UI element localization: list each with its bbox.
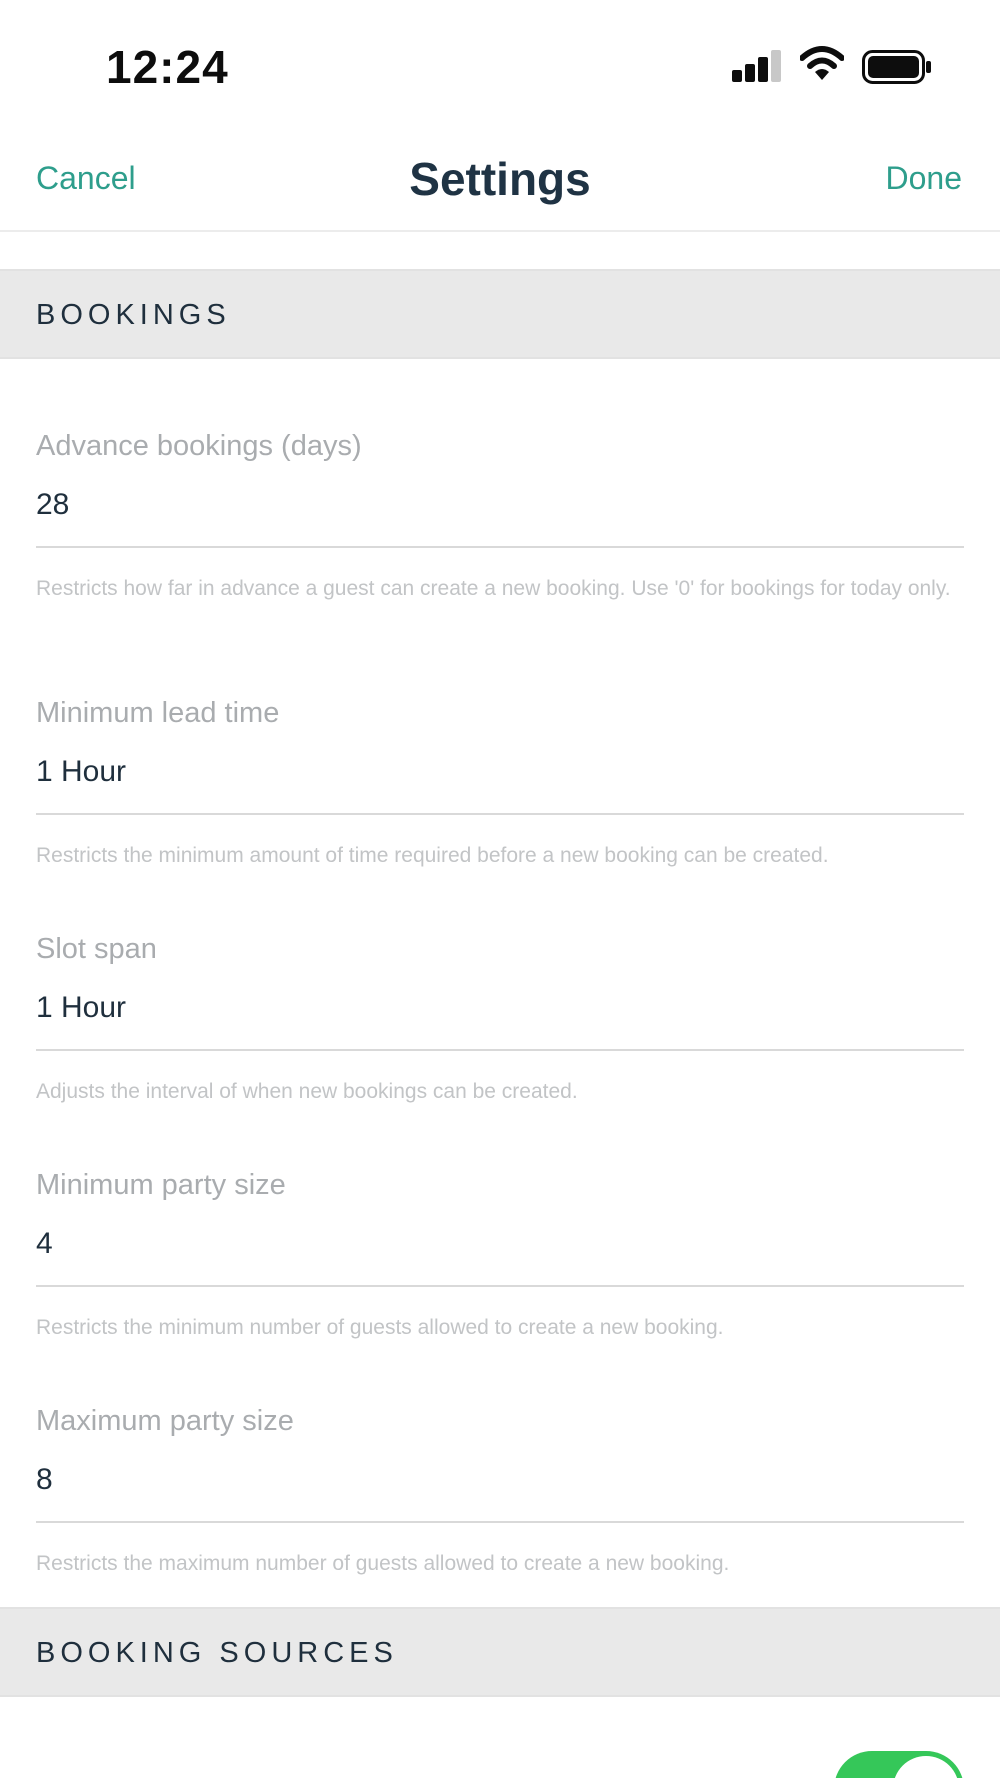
- field-help-text: Restricts how far in advance a guest can…: [36, 577, 951, 600]
- page-title: Settings: [409, 153, 591, 205]
- field-divider: [36, 1285, 964, 1287]
- booking-source-row: [0, 1700, 1000, 1778]
- status-bar: 12:24: [0, 0, 1000, 132]
- slot-span-field: Slot span 1 Hour Adjusts the interval of…: [36, 933, 964, 1107]
- field-help-text: Restricts the minimum number of guests a…: [36, 1316, 724, 1339]
- minimum-party-size-field: Minimum party size 4 Restricts the minim…: [36, 1169, 964, 1343]
- minimum-lead-time-select[interactable]: 1 Hour: [36, 755, 964, 799]
- maximum-party-size-field: Maximum party size 8 Restricts the maxim…: [36, 1405, 964, 1579]
- status-time: 12:24: [106, 41, 229, 93]
- field-divider: [36, 1049, 964, 1051]
- section-header-booking-sources: BOOKING SOURCES: [0, 1607, 1000, 1697]
- advance-bookings-field: Advance bookings (days) 28 Restricts how…: [36, 430, 964, 604]
- section-header-bookings: BOOKINGS: [0, 269, 1000, 359]
- minimum-party-size-input[interactable]: 4: [36, 1227, 964, 1271]
- section-title: BOOKINGS: [36, 299, 231, 331]
- maximum-party-size-input[interactable]: 8: [36, 1463, 964, 1507]
- field-divider: [36, 1521, 964, 1523]
- navigation-bar: Cancel Settings Done: [0, 132, 1000, 232]
- toggle-knob: [893, 1756, 959, 1778]
- minimum-lead-time-field: Minimum lead time 1 Hour Restricts the m…: [36, 697, 964, 871]
- wifi-icon: [800, 46, 844, 80]
- field-help-text: Restricts the minimum amount of time req…: [36, 844, 829, 867]
- field-label: Minimum party size: [36, 1169, 286, 1201]
- battery-icon: [862, 50, 931, 84]
- field-divider: [36, 813, 964, 815]
- booking-source-toggle[interactable]: [834, 1751, 964, 1778]
- signal-icon: [732, 48, 782, 82]
- field-label: Maximum party size: [36, 1405, 294, 1437]
- field-help-text: Adjusts the interval of when new booking…: [36, 1080, 578, 1103]
- field-label: Advance bookings (days): [36, 430, 362, 462]
- section-title: BOOKING SOURCES: [36, 1637, 398, 1669]
- field-label: Minimum lead time: [36, 697, 280, 729]
- field-label: Slot span: [36, 933, 157, 965]
- field-help-text: Restricts the maximum number of guests a…: [36, 1552, 730, 1575]
- done-button[interactable]: Done: [886, 160, 963, 197]
- slot-span-select[interactable]: 1 Hour: [36, 991, 964, 1035]
- advance-bookings-input[interactable]: 28: [36, 488, 964, 532]
- field-divider: [36, 546, 964, 548]
